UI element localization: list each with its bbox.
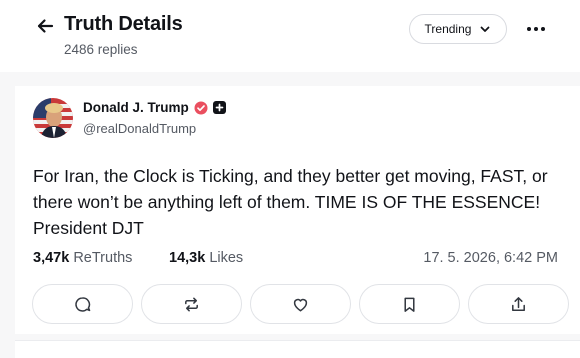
page-title: Truth Details bbox=[64, 13, 183, 35]
reply-list-start bbox=[15, 340, 580, 358]
bookmark-button[interactable] bbox=[359, 284, 460, 324]
plus-badge-icon bbox=[212, 101, 226, 114]
chevron-down-icon bbox=[481, 26, 490, 32]
likes-count: 14,3k bbox=[169, 250, 206, 266]
avatar[interactable] bbox=[33, 98, 73, 138]
author-name[interactable]: Donald J. Trump bbox=[83, 100, 189, 115]
more-horizontal-icon bbox=[527, 27, 531, 31]
likes-label: Likes bbox=[209, 250, 244, 266]
back-button[interactable] bbox=[34, 14, 56, 38]
post-text: For Iran, the Clock is Ticking, and they… bbox=[33, 166, 548, 238]
retruths-count: 3,47k bbox=[33, 250, 70, 266]
retruth-icon bbox=[185, 297, 198, 311]
author-row: Donald J. Trump bbox=[83, 100, 226, 115]
reply-button[interactable] bbox=[32, 284, 133, 324]
like-icon bbox=[293, 298, 308, 311]
share-icon bbox=[512, 296, 525, 311]
post-stats: 3,47k ReTruths 14,3k Likes 17. 5. 2026, … bbox=[33, 250, 563, 270]
share-button[interactable] bbox=[468, 284, 569, 324]
arrow-left-icon bbox=[37, 19, 54, 33]
like-button[interactable] bbox=[250, 284, 351, 324]
author-handle[interactable]: @realDonaldTrump bbox=[83, 121, 196, 136]
likes-stat[interactable]: 14,3k Likes bbox=[169, 250, 243, 266]
replies-count: 2486 replies bbox=[64, 42, 138, 57]
post-timestamp: 17. 5. 2026, 6:42 PM bbox=[423, 250, 558, 266]
post-actions bbox=[32, 284, 569, 324]
retruths-stat[interactable]: 3,47k ReTruths bbox=[33, 250, 132, 266]
more-options-button[interactable] bbox=[520, 18, 552, 40]
sort-label: Trending bbox=[424, 22, 472, 36]
reply-icon bbox=[75, 296, 91, 312]
header: Truth Details 2486 replies Trending bbox=[0, 0, 580, 72]
verified-badge-icon bbox=[194, 101, 208, 114]
retruths-label: ReTruths bbox=[73, 250, 133, 266]
post-card: Donald J. Trump @realDonaldTrump For Ira… bbox=[15, 86, 580, 334]
sort-dropdown[interactable]: Trending bbox=[409, 14, 507, 44]
retruth-button[interactable] bbox=[141, 284, 242, 324]
bookmark-icon bbox=[404, 297, 415, 312]
